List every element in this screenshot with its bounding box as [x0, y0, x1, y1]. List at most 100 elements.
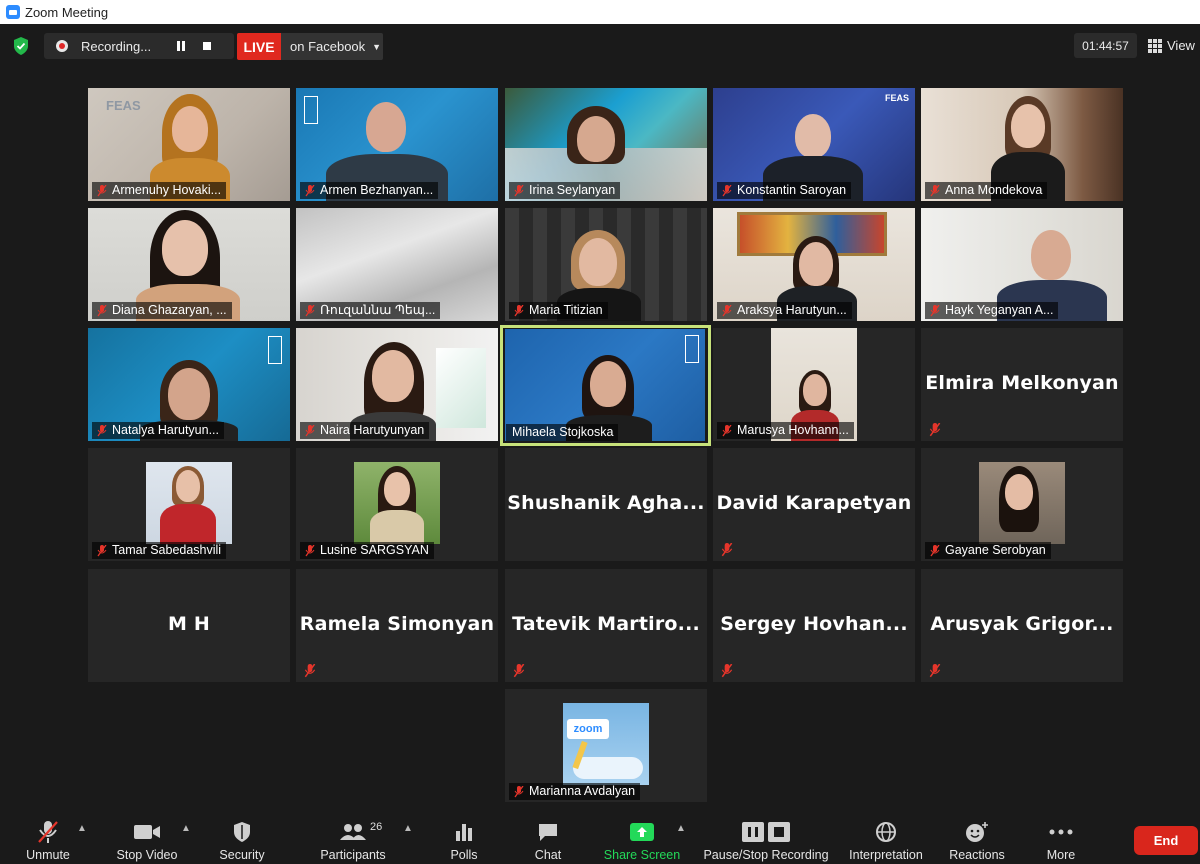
participant-tile[interactable]: Anna Mondekova: [921, 88, 1123, 201]
participant-tile[interactable]: Irina Seylanyan: [505, 88, 707, 201]
meeting-timer: 01:44:57: [1074, 33, 1137, 58]
participants-icon: [340, 824, 366, 840]
participant-tile[interactable]: Arusyak Grigor...: [921, 569, 1123, 682]
participant-tile[interactable]: Gayane Serobyan: [921, 448, 1123, 561]
globe-icon: [876, 822, 896, 842]
pause-stop-recording-button[interactable]: Pause/Stop Recording: [700, 810, 832, 864]
muted-mic-icon: [929, 423, 941, 437]
participant-tile[interactable]: Hayk Yeganyan A...: [921, 208, 1123, 321]
participant-tile[interactable]: Sergey Hovhan...: [713, 569, 915, 682]
view-button[interactable]: View: [1148, 33, 1198, 58]
muted-mic-icon: [722, 305, 732, 317]
participant-tile[interactable]: Armen Bezhanyan...: [296, 88, 498, 201]
participants-options-chevron-icon[interactable]: ▲: [403, 823, 413, 834]
muted-mic-icon: [305, 305, 315, 317]
participant-name: Natalya Harutyun...: [92, 422, 224, 439]
participant-tile[interactable]: David Karapetyan: [713, 448, 915, 561]
window-title: Zoom Meeting: [25, 4, 109, 20]
participant-tile[interactable]: M H: [88, 569, 290, 682]
participant-tile[interactable]: Tamar Sabedashvili: [88, 448, 290, 561]
share-screen-button[interactable]: Share Screen: [600, 810, 684, 864]
unmute-button[interactable]: Unmute: [18, 810, 78, 864]
security-button[interactable]: Security: [210, 810, 274, 864]
participant-name: Maria Titizian: [509, 302, 608, 319]
participant-tile[interactable]: zoom Marianna Avdalyan: [505, 689, 707, 802]
participant-tile[interactable]: Diana Ghazaryan, ...: [88, 208, 290, 321]
participant-name: Anna Mondekova: [925, 182, 1048, 199]
stop-video-button[interactable]: Stop Video: [110, 810, 184, 864]
participant-tile[interactable]: Elmira Melkonyan: [921, 328, 1123, 441]
participant-name: Hayk Yeganyan A...: [925, 302, 1059, 319]
smiley-add-icon: [966, 822, 988, 842]
polls-button[interactable]: Polls: [440, 810, 488, 864]
participant-name: Irina Seylanyan: [509, 182, 621, 199]
muted-mic-icon: [930, 305, 940, 317]
participant-tile[interactable]: Marusya Hovhann...: [713, 328, 915, 441]
encryption-shield-icon[interactable]: [12, 36, 30, 56]
audio-options-chevron-icon[interactable]: ▲: [77, 823, 87, 834]
recording-label: Recording...: [81, 38, 152, 54]
participant-name: Tamar Sabedashvili: [92, 542, 227, 559]
chat-button[interactable]: Chat: [524, 810, 572, 864]
participant-name: Mihaela Stojkoska: [506, 424, 619, 441]
stop-recording-button[interactable]: [196, 35, 218, 57]
more-button[interactable]: More: [1038, 810, 1084, 864]
participants-button[interactable]: Participants: [313, 810, 393, 864]
pause-recording-button[interactable]: [170, 35, 192, 57]
pause-icon: [177, 41, 185, 51]
participants-count: 26: [370, 821, 383, 833]
participant-name: Araksya Harutyun...: [717, 302, 852, 319]
participant-name: Armen Bezhanyan...: [300, 182, 439, 199]
live-stream-dropdown[interactable]: on Facebook ▼: [281, 33, 383, 60]
muted-mic-icon: [721, 664, 733, 678]
more-dots-icon: [1049, 829, 1073, 835]
grid-view-icon: [1148, 38, 1162, 53]
reactions-button[interactable]: Reactions: [944, 810, 1010, 864]
muted-mic-icon: [304, 664, 316, 678]
participant-tile[interactable]: FEAS Armenuhy Hovaki...: [88, 88, 290, 201]
participant-display-name: Arusyak Grigor...: [930, 613, 1114, 635]
participant-tile[interactable]: FEAS Konstantin Saroyan: [713, 88, 915, 201]
stop-icon: [768, 822, 790, 842]
participant-display-name: Sergey Hovhan...: [720, 613, 908, 635]
muted-mic-icon: [38, 821, 58, 843]
undp-logo-icon: [268, 336, 282, 364]
shield-icon: [234, 822, 250, 842]
zoom-logo: zoom: [567, 719, 609, 739]
zoom-avatar: zoom: [563, 703, 649, 785]
participant-tile[interactable]: Ռուզաննա Պեպ...: [296, 208, 498, 321]
muted-mic-icon: [97, 305, 107, 317]
participant-tile[interactable]: Araksya Harutyun...: [713, 208, 915, 321]
participant-tile[interactable]: Natalya Harutyun...: [88, 328, 290, 441]
participant-tile[interactable]: Naira Harutyunyan: [296, 328, 498, 441]
participant-name: Lusine SARGSYAN: [300, 542, 434, 559]
recording-indicator: Recording...: [44, 33, 234, 59]
undp-logo-icon: [304, 96, 318, 124]
feas-logo: FEAS: [884, 93, 909, 103]
active-speaker-tile[interactable]: Mihaela Stojkoska: [500, 325, 711, 446]
muted-mic-icon: [514, 305, 524, 317]
participant-name: Marianna Avdalyan: [509, 783, 641, 800]
chat-bubble-icon: [539, 824, 557, 841]
video-options-chevron-icon[interactable]: ▲: [181, 823, 191, 834]
participant-tile[interactable]: Shushanik Agha...: [505, 448, 707, 561]
share-options-chevron-icon[interactable]: ▲: [676, 823, 686, 834]
participant-tile[interactable]: Tatevik Martiro...: [505, 569, 707, 682]
muted-mic-icon: [721, 543, 733, 557]
participant-display-name: Ramela Simonyan: [299, 613, 495, 635]
participant-name: Armenuhy Hovaki...: [92, 182, 227, 199]
muted-mic-icon: [305, 545, 315, 557]
end-meeting-button[interactable]: End: [1134, 826, 1198, 855]
participant-tile[interactable]: Maria Titizian: [505, 208, 707, 321]
chevron-down-icon: ▼: [372, 41, 382, 52]
muted-mic-icon: [514, 185, 524, 197]
stop-icon: [203, 42, 211, 50]
participant-display-name: David Karapetyan: [716, 492, 912, 514]
participant-name: Gayane Serobyan: [925, 542, 1051, 559]
participant-tile[interactable]: Ramela Simonyan: [296, 569, 498, 682]
interpretation-button[interactable]: Interpretation: [842, 810, 930, 864]
live-badge: LIVE: [237, 33, 281, 60]
video-camera-icon: [134, 825, 160, 839]
participant-tile[interactable]: Lusine SARGSYAN: [296, 448, 498, 561]
meeting-topbar: Recording...: [0, 24, 1200, 68]
